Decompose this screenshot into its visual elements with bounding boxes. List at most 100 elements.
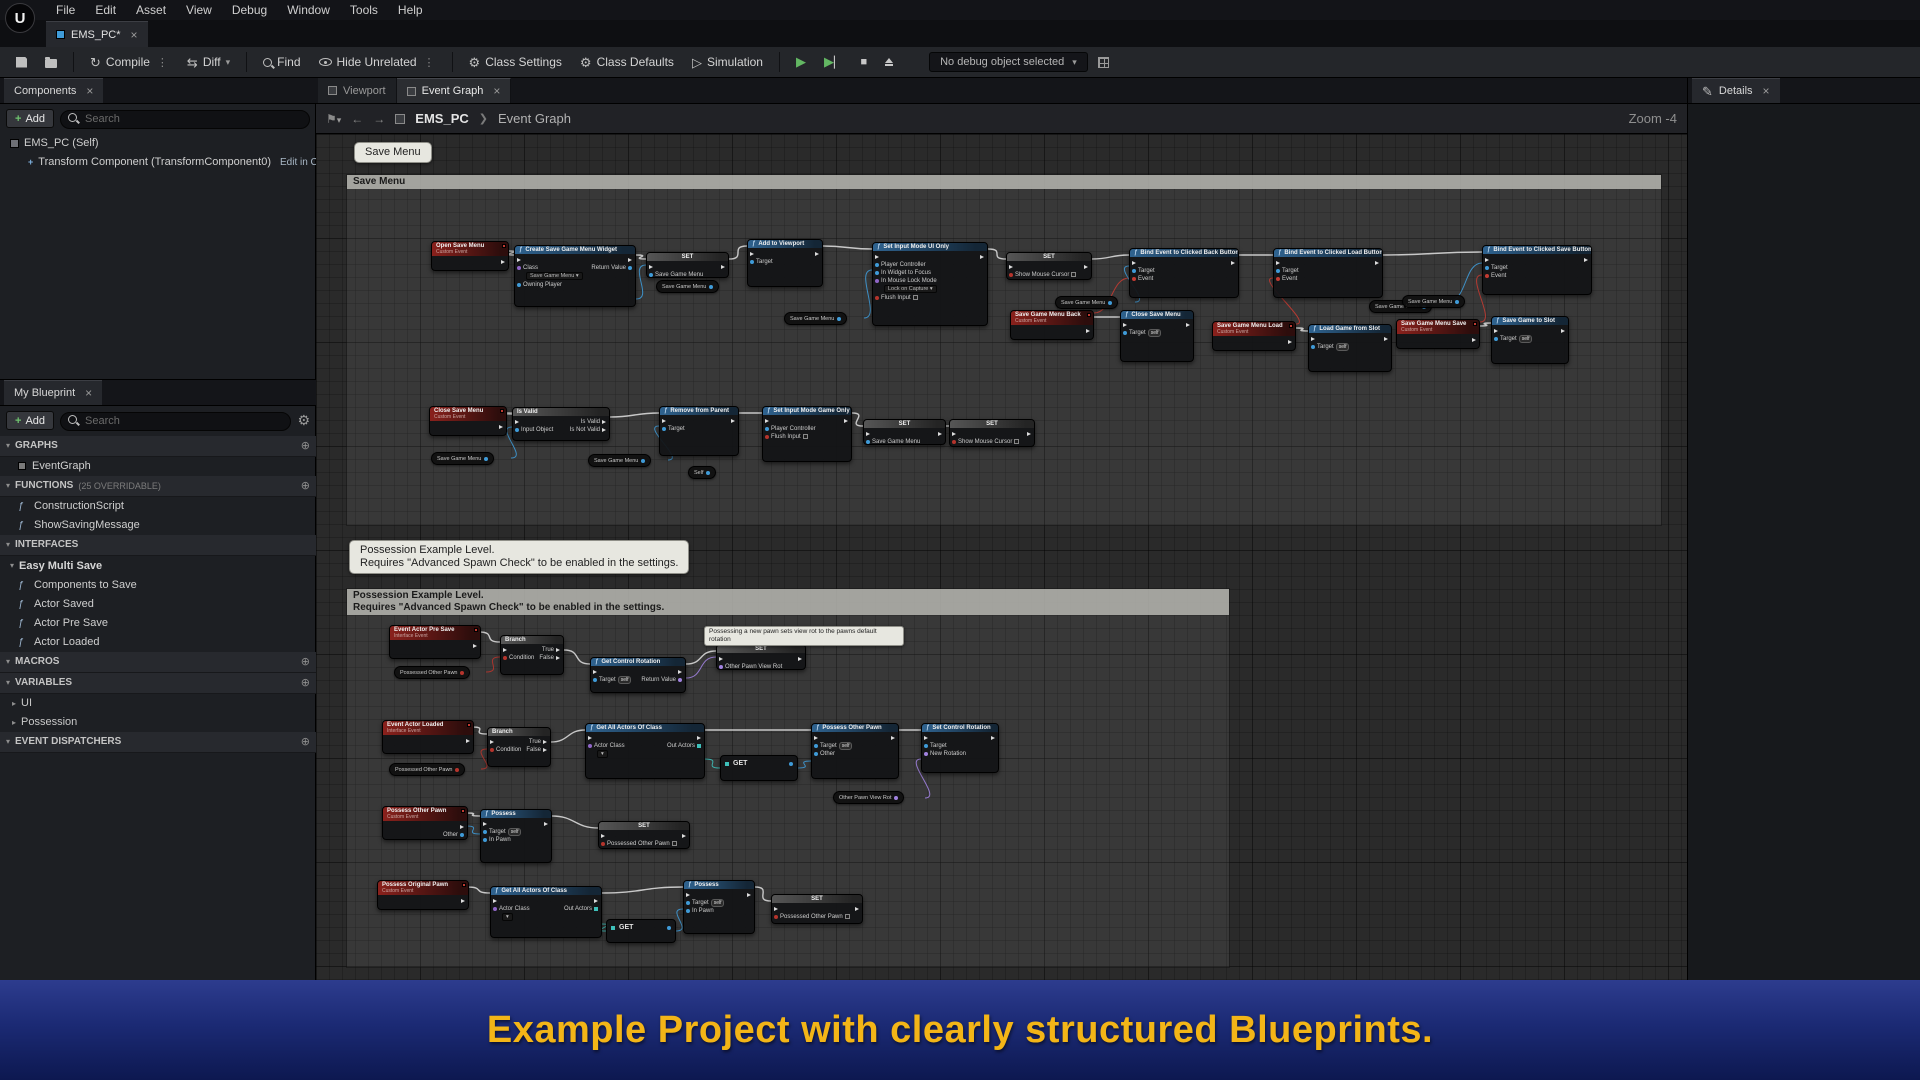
function-node[interactable]: ƒGet Control RotationTargetselfReturn Va…	[590, 657, 686, 693]
tab-event-graph[interactable]: Event Graph×	[397, 78, 512, 103]
set-node[interactable]: SETOther Pawn View Rot	[716, 644, 806, 670]
checkbox[interactable]	[1014, 439, 1019, 444]
my-blueprint-search-input[interactable]	[60, 412, 291, 431]
function-node[interactable]: ƒSet Input Mode UI OnlyPlayer Controller…	[872, 242, 988, 326]
breadcrumb-current[interactable]: Event Graph	[498, 111, 571, 126]
close-icon[interactable]: ×	[1763, 84, 1770, 98]
close-icon[interactable]: ×	[85, 386, 92, 400]
close-icon[interactable]: ×	[493, 84, 500, 98]
comment-bubble[interactable]: Save Menu	[354, 142, 432, 163]
close-icon[interactable]: ×	[86, 84, 93, 98]
simulation-button[interactable]: ▷ Simulation	[684, 52, 771, 72]
tab-my-blueprint[interactable]: My Blueprint ×	[4, 380, 102, 405]
gear-icon[interactable]: ⚙	[297, 412, 310, 429]
class-settings-button[interactable]: ⚙ Class Settings	[461, 52, 570, 72]
save-button[interactable]	[8, 54, 35, 71]
function-node[interactable]: ƒBind Event to Clicked Back ButtonTarget…	[1129, 248, 1239, 298]
variable-pill[interactable]: Save Game Menu	[656, 280, 719, 293]
menu-help[interactable]: Help	[388, 3, 433, 17]
menu-debug[interactable]: Debug	[222, 3, 277, 17]
set-node[interactable]: SETPossessed Other Pawn	[598, 821, 690, 849]
section-macros[interactable]: ▾MACROS⊕	[0, 652, 316, 673]
hide-unrelated-button[interactable]: Hide Unrelated ⋮	[311, 52, 444, 72]
function-node[interactable]: ƒClose Save MenuTargetself	[1120, 310, 1194, 362]
event-graph-canvas[interactable]: Save MenuPossession Example Level. Requi…	[316, 134, 1687, 980]
event-node[interactable]: Open Save MenuCustom Event	[431, 241, 509, 271]
event-node[interactable]: Possess Other PawnCustom EventOther	[382, 806, 468, 840]
event-node[interactable]: Event Actor LoadedInterface Event	[382, 720, 474, 754]
stop-button[interactable]: ■	[852, 53, 875, 71]
delegate-pin[interactable]	[461, 809, 465, 813]
variable-pill[interactable]: Save Game Menu	[588, 454, 651, 467]
add-icon[interactable]: ⊕	[301, 479, 310, 492]
event-node[interactable]: Event Actor Pre SaveInterface Event	[389, 625, 481, 659]
blueprint-item-constructionscript[interactable]: ƒConstructionScript	[0, 497, 316, 516]
component-row[interactable]: +Transform Component (TransformComponent…	[0, 153, 316, 172]
debug-filter-icon[interactable]	[1098, 57, 1109, 68]
eject-button[interactable]	[877, 55, 901, 69]
tab-components[interactable]: Components ×	[4, 78, 103, 103]
function-node[interactable]: ƒCreate Save Game Menu WidgetClassSave G…	[514, 245, 636, 307]
checkbox[interactable]	[672, 841, 677, 846]
menu-window[interactable]: Window	[277, 3, 340, 17]
add-component-button[interactable]: + Add	[6, 109, 54, 128]
self-chip[interactable]: self	[1148, 329, 1162, 337]
menu-asset[interactable]: Asset	[126, 3, 176, 17]
add-icon[interactable]: ⊕	[301, 655, 310, 668]
delegate-pin[interactable]	[502, 244, 506, 248]
array-get-node[interactable]: GET	[720, 755, 798, 781]
forward-icon[interactable]: →	[373, 112, 385, 126]
variable-pill[interactable]: Save Game Menu	[1055, 296, 1118, 309]
section-functions[interactable]: ▾FUNCTIONS(25 OVERRIDABLE)⊕	[0, 476, 316, 497]
frame-skip-button[interactable]: ▶▏	[816, 51, 850, 73]
components-search-input[interactable]	[60, 110, 310, 129]
section-variables[interactable]: ▾VARIABLES⊕	[0, 673, 316, 694]
edit-link[interactable]: Edit in C...	[280, 157, 316, 168]
compile-options-icon[interactable]: ⋮	[155, 56, 169, 69]
function-node[interactable]: ƒAdd to ViewportTarget	[747, 239, 823, 287]
function-node[interactable]: ƒPossessTargetselfIn Pawn	[683, 880, 755, 934]
asset-tab[interactable]: EMS_PC* ×	[46, 21, 148, 47]
checkbox[interactable]	[1071, 272, 1076, 277]
function-node[interactable]: ƒBind Event to Clicked Save ButtonTarget…	[1482, 245, 1592, 295]
event-node[interactable]: Possess Original PawnCustom Event	[377, 880, 469, 910]
menu-file[interactable]: File	[46, 3, 85, 17]
dropdown-field[interactable]: Lock on Capture ▾	[884, 285, 937, 293]
variable-pill[interactable]: Save Game Menu	[784, 312, 847, 325]
variable-pill[interactable]: Save Game Menu	[1402, 295, 1465, 308]
menu-tools[interactable]: Tools	[340, 3, 388, 17]
checkbox[interactable]	[803, 434, 808, 439]
variable-pill[interactable]: Self	[688, 466, 716, 479]
section-event-dispatchers[interactable]: ▾EVENT DISPATCHERS⊕	[0, 732, 316, 753]
menu-view[interactable]: View	[176, 3, 222, 17]
set-node[interactable]: SETShow Mouse Cursor	[949, 419, 1035, 447]
dropdown-field[interactable]: Save Game Menu ▾	[526, 272, 583, 280]
delegate-pin[interactable]	[467, 723, 471, 727]
variable-pill[interactable]: Possessed Other Pawn	[394, 666, 470, 679]
add-icon[interactable]: ⊕	[301, 676, 310, 689]
delegate-pin[interactable]	[500, 409, 504, 413]
category-possession[interactable]: ▸Possession	[0, 713, 316, 732]
self-chip[interactable]: self	[839, 742, 853, 750]
section-interfaces[interactable]: ▾INTERFACES	[0, 535, 316, 556]
browse-button[interactable]	[37, 54, 65, 71]
category-ui[interactable]: ▸UI	[0, 694, 316, 713]
class-defaults-button[interactable]: ⚙ Class Defaults	[572, 52, 682, 72]
breadcrumb-root[interactable]: EMS_PC	[415, 111, 468, 126]
variable-pill[interactable]: Possessed Other Pawn	[389, 763, 465, 776]
blueprint-item-eventgraph[interactable]: EventGraph	[0, 457, 316, 476]
tab-details[interactable]: ✎ Details ×	[1692, 78, 1780, 103]
variable-pill[interactable]: Other Pawn View Rot	[833, 791, 904, 804]
hide-unrelated-options-icon[interactable]: ⋮	[422, 56, 436, 69]
function-node[interactable]: ƒSet Control RotationTargetNew Rotation	[921, 723, 999, 773]
function-node[interactable]: ƒLoad Game from SlotTargetself	[1308, 324, 1392, 372]
delegate-pin[interactable]	[474, 628, 478, 632]
function-node[interactable]: ƒPossessTargetselfIn Pawn	[480, 809, 552, 863]
find-button[interactable]: Find	[255, 52, 308, 72]
compile-button[interactable]: ↻ Compile ⋮	[82, 52, 177, 72]
macro-node[interactable]: Is ValidInput ObjectIs ValidIs Not Valid	[512, 407, 610, 441]
component-row[interactable]: EMS_PC (Self)	[0, 134, 316, 153]
macro-node[interactable]: BranchConditionTrueFalse	[487, 727, 551, 767]
bookmark-icon[interactable]: ⚑▾	[326, 112, 341, 126]
blueprint-item-actor-pre-save[interactable]: ƒActor Pre Save	[0, 614, 316, 633]
